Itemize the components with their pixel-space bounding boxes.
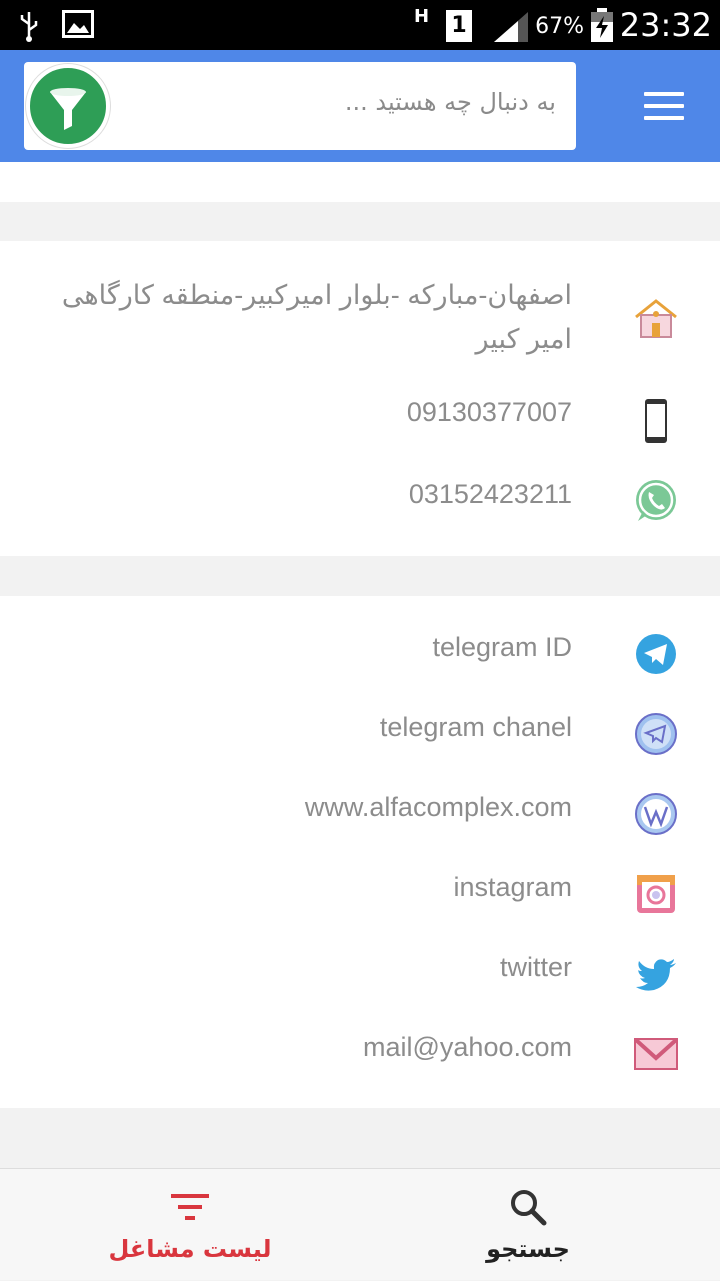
- website-link[interactable]: www.alfacomplex.com: [305, 792, 572, 823]
- contact-card: اصفهان-مبارکه -بلوار امیرکبیر-منطقه کارگ…: [0, 241, 720, 556]
- hamburger-icon-bar: [644, 116, 684, 120]
- wordpress-icon: [635, 793, 677, 835]
- header-spacer: [0, 162, 720, 202]
- nav-search[interactable]: جستجو: [408, 1169, 648, 1281]
- twitter-icon: [636, 959, 676, 991]
- instagram-icon: [637, 875, 675, 913]
- home-icon: [635, 299, 677, 338]
- search-input[interactable]: به دنبال چه هستید ...: [24, 62, 576, 150]
- mobile-number[interactable]: 09130377007: [407, 397, 572, 428]
- status-bar: H 1 67% 23:32: [0, 0, 720, 50]
- telegram-icon: [636, 634, 676, 674]
- hamburger-icon-bar: [644, 104, 684, 108]
- smartphone-icon: [645, 399, 667, 443]
- filter-button[interactable]: [26, 64, 110, 148]
- clock: 23:32: [619, 6, 712, 44]
- battery-icon: [591, 8, 613, 42]
- email-link[interactable]: mail@yahoo.com: [363, 1032, 572, 1063]
- nav-search-label: جستجو: [486, 1235, 570, 1263]
- signal-icon: [494, 12, 528, 42]
- search-icon: [511, 1190, 547, 1226]
- network-type-icon: H: [414, 6, 430, 27]
- usb-icon: [20, 12, 38, 42]
- links-card: telegram ID telegram chanel www.alfacomp…: [0, 596, 720, 1108]
- telegram-id-link[interactable]: telegram ID: [432, 632, 572, 663]
- whatsapp-icon: [636, 480, 676, 521]
- app-bar: به دنبال چه هستید ...: [0, 50, 720, 162]
- nav-jobs-list[interactable]: لیست مشاغل: [70, 1169, 310, 1281]
- nav-jobs-label: لیست مشاغل: [108, 1235, 272, 1263]
- instagram-link[interactable]: instagram: [453, 872, 572, 903]
- mail-icon: [634, 1038, 678, 1070]
- hamburger-icon-bar: [644, 92, 684, 96]
- search-placeholder: به دنبال چه هستید ...: [344, 88, 556, 116]
- battery-percent: 67%: [535, 14, 584, 39]
- sort-filter-icon: [171, 1194, 209, 1220]
- image-icon: [62, 10, 94, 38]
- bottom-navigation: لیست مشاغل جستجو: [0, 1168, 720, 1280]
- telegram-channel-icon: [635, 713, 677, 755]
- twitter-link[interactable]: twitter: [500, 952, 572, 983]
- funnel-icon: [50, 88, 86, 130]
- sim-icon: 1: [446, 10, 472, 42]
- phone-number[interactable]: 03152423211: [409, 479, 572, 510]
- telegram-channel-link[interactable]: telegram chanel: [380, 712, 572, 743]
- address-text: اصفهان-مبارکه -بلوار امیرکبیر-منطقه کارگ…: [61, 280, 572, 354]
- menu-button[interactable]: [644, 92, 684, 122]
